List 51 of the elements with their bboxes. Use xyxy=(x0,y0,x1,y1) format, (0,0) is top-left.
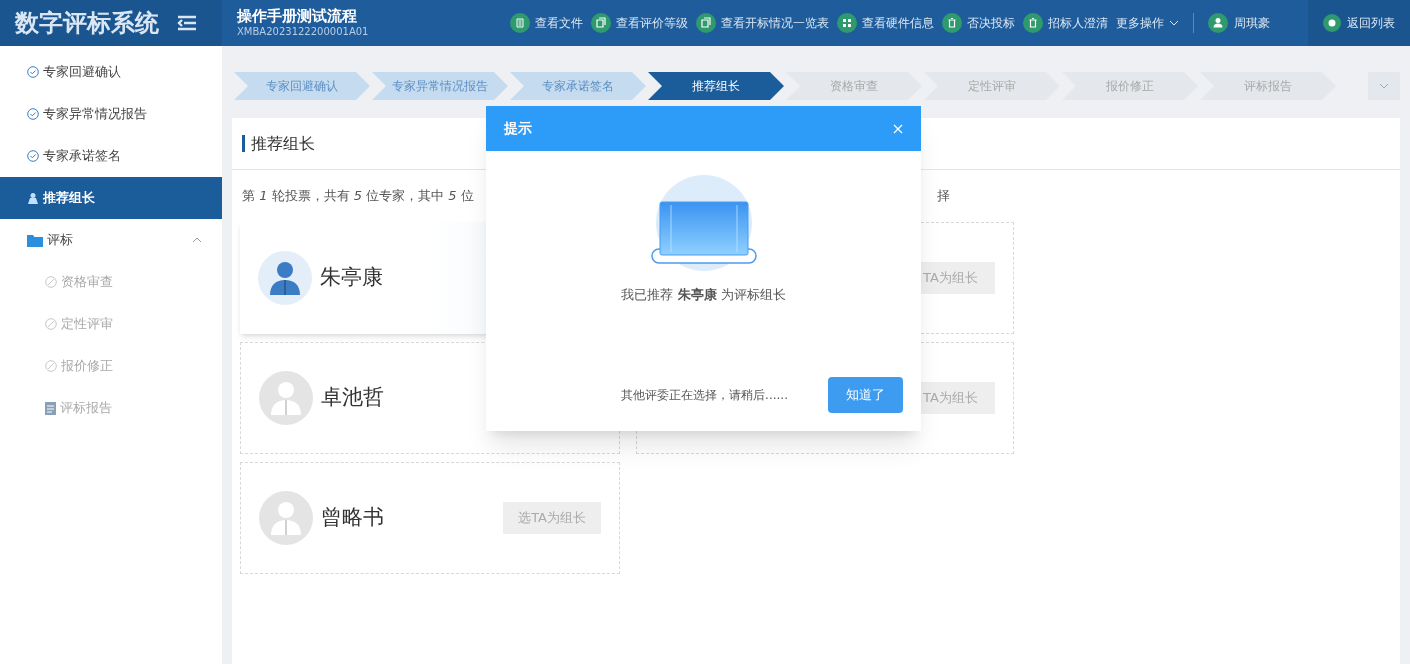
action-icon xyxy=(942,13,962,33)
vote-info: 第 1 轮投票，共有 5 位专家，其中 5 位 xyxy=(242,187,475,206)
back-to-list-button[interactable]: 返回列表 xyxy=(1308,0,1410,46)
chevron-down-icon xyxy=(1379,83,1389,89)
dialog-title: 提示 xyxy=(504,119,532,138)
app-logo: 数字评标系统 xyxy=(15,8,159,39)
header-action[interactable]: 更多操作 xyxy=(1116,14,1179,32)
sidebar-item[interactable]: 推荐组长 xyxy=(0,177,222,219)
sidebar-item[interactable]: 专家承诺签名 xyxy=(0,135,222,177)
close-icon[interactable] xyxy=(893,123,903,134)
check-circle-icon xyxy=(27,108,39,120)
chevron-down-icon xyxy=(1169,20,1179,26)
expert-name: 曾略书 xyxy=(321,504,384,532)
user-icon xyxy=(1208,13,1228,33)
vote-info-tail: 择 xyxy=(937,187,950,206)
back-icon xyxy=(1323,14,1341,32)
person-avatar-icon xyxy=(259,371,313,425)
dialog-message: 我已推荐 朱亭康 为评标组长 xyxy=(621,286,786,304)
expert-name: 卓池哲 xyxy=(321,384,384,412)
sidebar-item[interactable]: 专家回避确认 xyxy=(0,51,222,93)
menu-icon[interactable] xyxy=(177,15,197,31)
person-avatar-icon xyxy=(259,491,313,545)
project-code: XMBA2023122200001A01 xyxy=(237,26,369,39)
step-tab[interactable]: 推荐组长 xyxy=(648,72,784,100)
sidebar-item[interactable]: 评标 xyxy=(0,219,222,261)
action-icon xyxy=(1023,13,1043,33)
waiting-note: 其他评委正在选择，请稍后...... xyxy=(621,387,788,404)
header-action[interactable]: 查看文件 xyxy=(510,13,583,33)
document-icon xyxy=(45,401,56,415)
folder-icon xyxy=(27,233,43,247)
action-icon xyxy=(510,13,530,33)
disabled-circle-icon xyxy=(45,318,57,330)
action-icon xyxy=(696,13,716,33)
header-action[interactable]: 否决投标 xyxy=(942,13,1015,33)
disabled-circle-icon xyxy=(45,276,57,288)
panel-title: 推荐组长 xyxy=(251,132,315,155)
project-title: 操作手册测试流程 xyxy=(237,7,358,27)
person-avatar-icon xyxy=(258,251,312,305)
expert-name: 朱亭康 xyxy=(320,264,383,292)
header-action[interactable]: 招标人澄清 xyxy=(1023,13,1108,33)
header-action[interactable]: 查看评价等级 xyxy=(591,13,688,33)
disabled-circle-icon xyxy=(45,360,57,372)
header-action[interactable]: 查看硬件信息 xyxy=(837,13,934,33)
sidebar-item[interactable]: 专家异常情况报告 xyxy=(0,93,222,135)
check-circle-icon xyxy=(27,66,39,78)
person-icon xyxy=(27,192,39,204)
check-circle-icon xyxy=(27,150,39,162)
header-action[interactable]: 查看开标情况一览表 xyxy=(696,13,829,33)
user-menu[interactable]: 周琪豪 xyxy=(1208,13,1270,33)
action-icon xyxy=(591,13,611,33)
action-icon xyxy=(837,13,857,33)
